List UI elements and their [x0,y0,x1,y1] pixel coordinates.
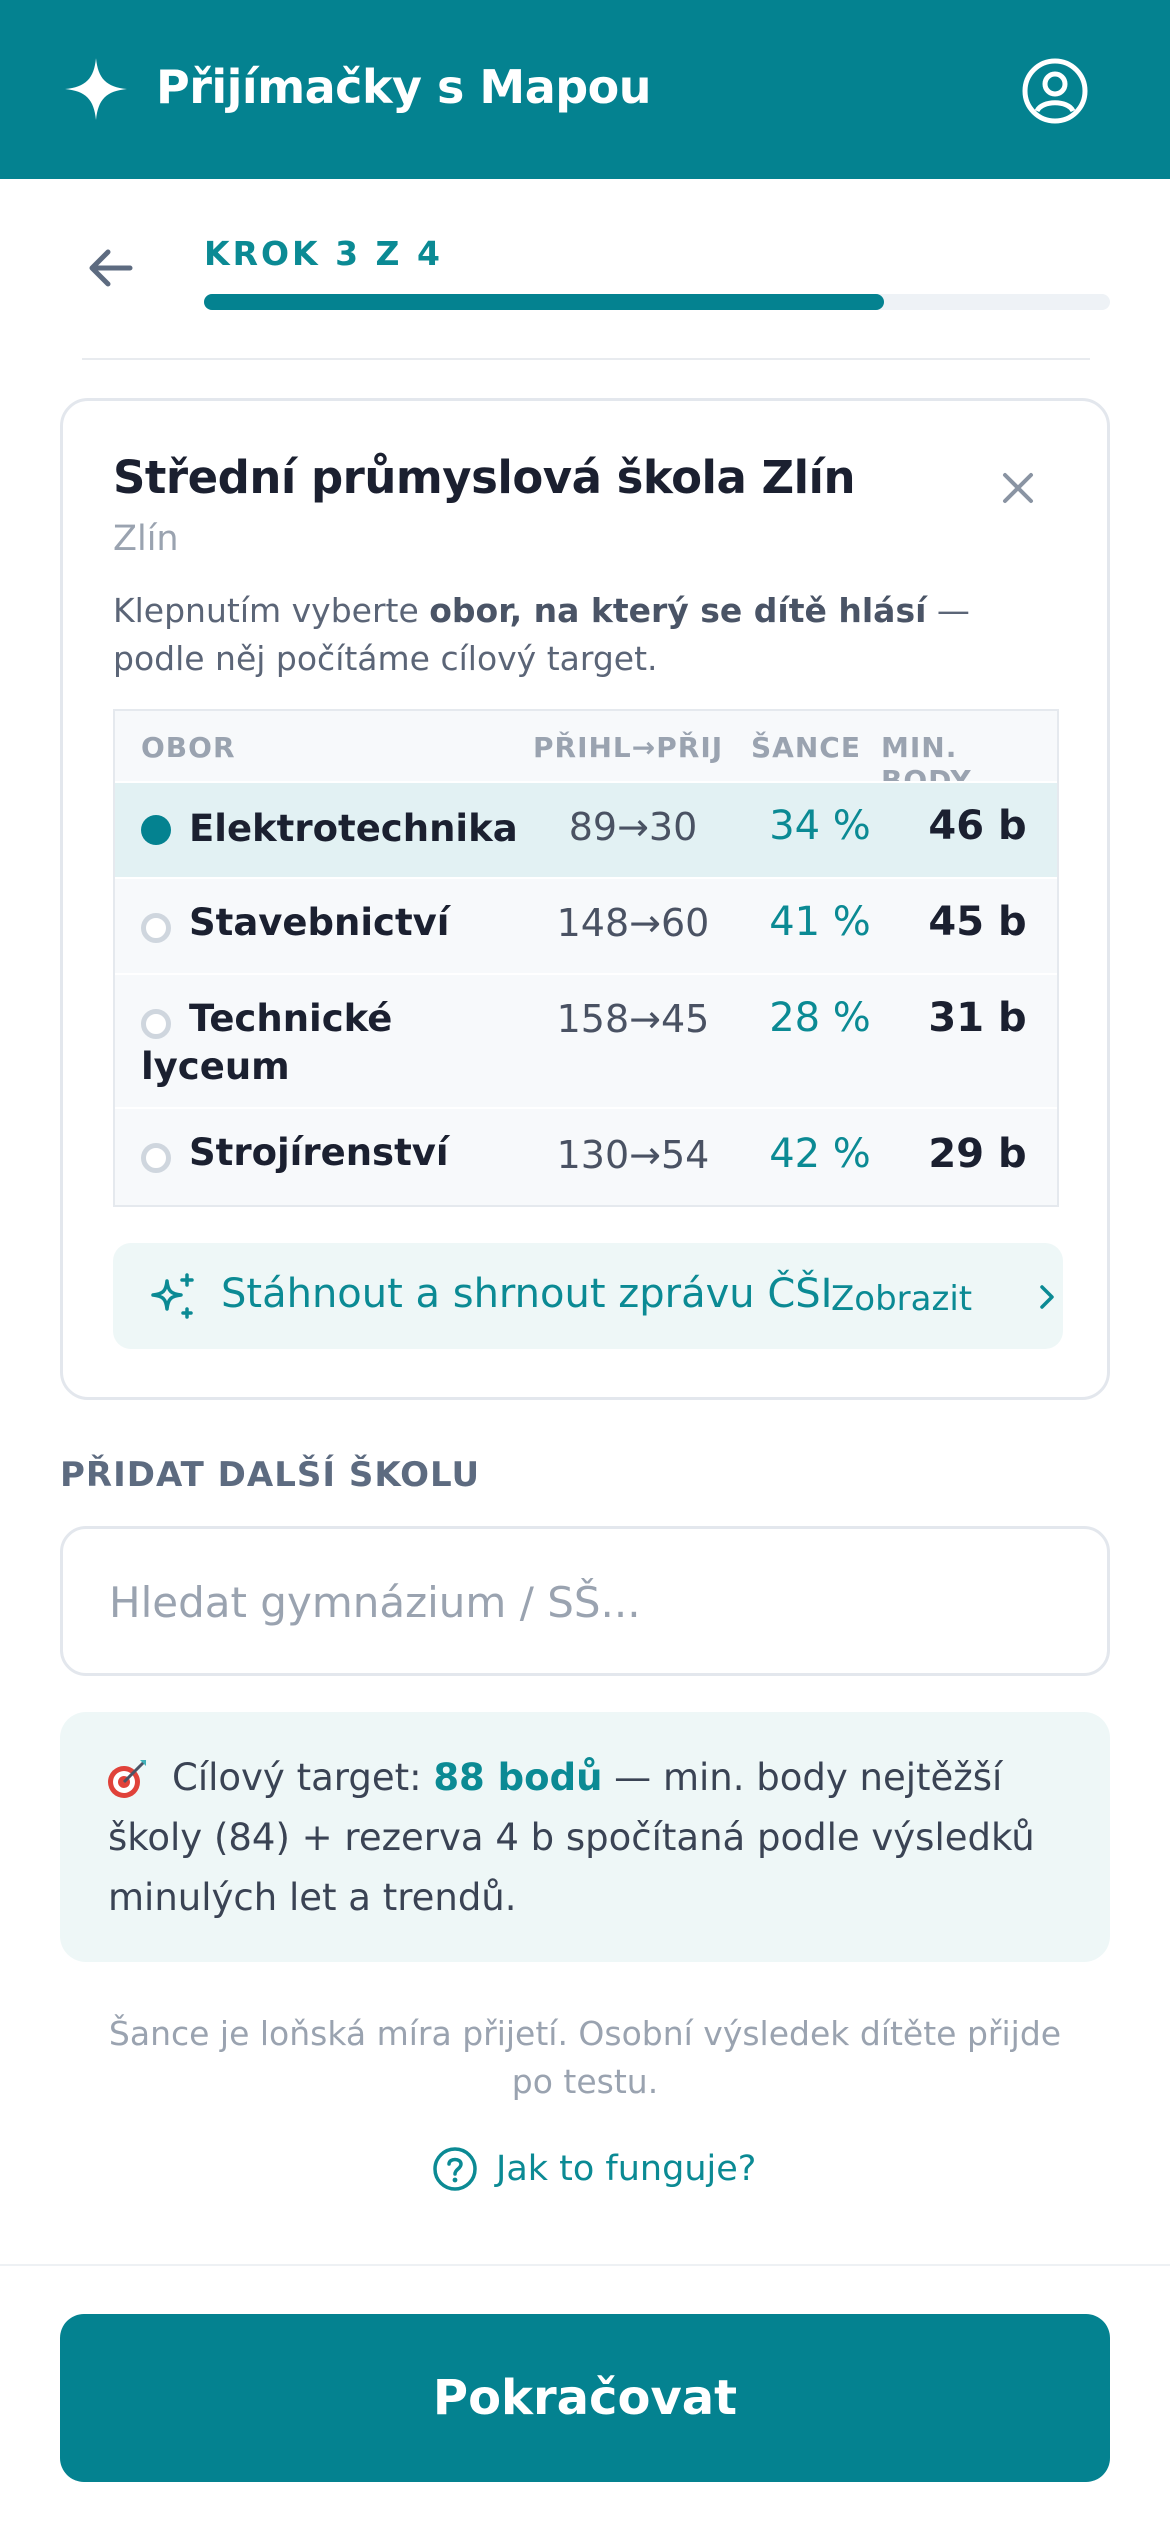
target-prefix: Cílový target: [172,1756,434,1799]
program-row-elektrotechnika[interactable]: Elektrotechnika 89→30 34 % 46 b [115,781,1057,877]
step-label: KROK 3 Z 4 [204,234,443,273]
chevron-right-icon [1040,1285,1054,1309]
target-info-box: Cílový target: 88 bodů — min. body nejtě… [60,1712,1110,1962]
sparkles-icon [151,1273,194,1319]
program-row-technicke-lyceum[interactable]: Technické lyceum 158→45 28 % 31 b [115,973,1057,1107]
back-arrow-icon[interactable] [82,238,142,298]
school-city: Zlín [113,519,179,559]
divider [82,358,1090,360]
sparkle-icon [65,58,127,120]
program-name: Strojírenství [189,1131,449,1174]
program-name: Technické lyceum [141,997,393,1088]
school-name: Střední průmyslová škola Zlín [113,451,856,504]
instruction-pre: Klepnutím vyberte [113,591,430,630]
school-card: Střední průmyslová škola Zlín Zlín Klepn… [60,398,1110,1400]
user-circle-icon[interactable] [1020,56,1090,126]
school-search-input[interactable] [109,1569,1069,1635]
program-applicants: 148→60 [556,901,710,945]
program-min-points: 46 b [928,803,1027,849]
school-search-box[interactable] [60,1526,1110,1676]
programs-table: OBOR PŘIHL→PŘIJ ŠANCE MIN. BODY Elektrot… [113,709,1059,1207]
table-header: OBOR PŘIHL→PŘIJ ŠANCE MIN. BODY [115,711,1057,797]
add-school-label: PŘIDAT DALŠÍ ŠKOLU [60,1455,481,1495]
program-name: Stavebnictví [189,901,450,944]
program-name: Elektrotechnika [189,807,518,850]
app-title: Přijímačky s Mapou [156,60,652,114]
help-circle-icon [433,2147,477,2191]
program-chance: 34 % [769,803,871,849]
program-min-points: 31 b [928,995,1027,1041]
header-chance: ŠANCE [751,731,861,764]
csi-show-link[interactable]: Zobrazit [831,1279,972,1319]
program-row-strojirenstvi[interactable]: Strojírenství 130→54 42 % 29 b [115,1107,1057,1205]
program-chance: 42 % [769,1131,871,1177]
program-applicants: 89→30 [568,805,698,849]
chance-footnote: Šance je loňská míra přijetí. Osobní výs… [108,2014,1062,2101]
target-points: 88 bodů [433,1756,603,1799]
header-applicants: PŘIHL→PŘIJ [533,731,724,764]
program-chance: 41 % [769,899,871,945]
program-min-points: 45 b [928,899,1027,945]
program-applicants: 130→54 [556,1133,710,1177]
instruction-text: Klepnutím vyberte obor, na který se dítě… [113,587,1063,683]
close-icon[interactable] [993,463,1043,513]
instruction-bold: obor, na který se dítě hlásí [429,591,927,630]
progress-bar [204,294,1110,310]
help-link-label: Jak to funguje? [496,2149,757,2189]
help-link[interactable]: Jak to funguje? [432,2144,756,2194]
program-applicants: 158→45 [556,997,710,1041]
csi-report-button[interactable]: Stáhnout a shrnout zprávu ČŠI Zobrazit [113,1243,1063,1349]
program-row-stavebnictvi[interactable]: Stavebnictví 148→60 41 % 45 b [115,877,1057,973]
program-min-points: 29 b [928,1131,1027,1177]
csi-label: Stáhnout a shrnout zprávu ČŠI [221,1271,833,1317]
header-program: OBOR [141,731,236,764]
divider [0,2264,1170,2266]
app-header: Přijímačky s Mapou [0,0,1170,179]
target-text: Cílový target: 88 bodů — min. body nejtě… [108,1748,1078,1928]
progress-fill [204,294,884,310]
program-chance: 28 % [769,995,871,1041]
continue-button[interactable]: Pokračovat [60,2314,1110,2482]
